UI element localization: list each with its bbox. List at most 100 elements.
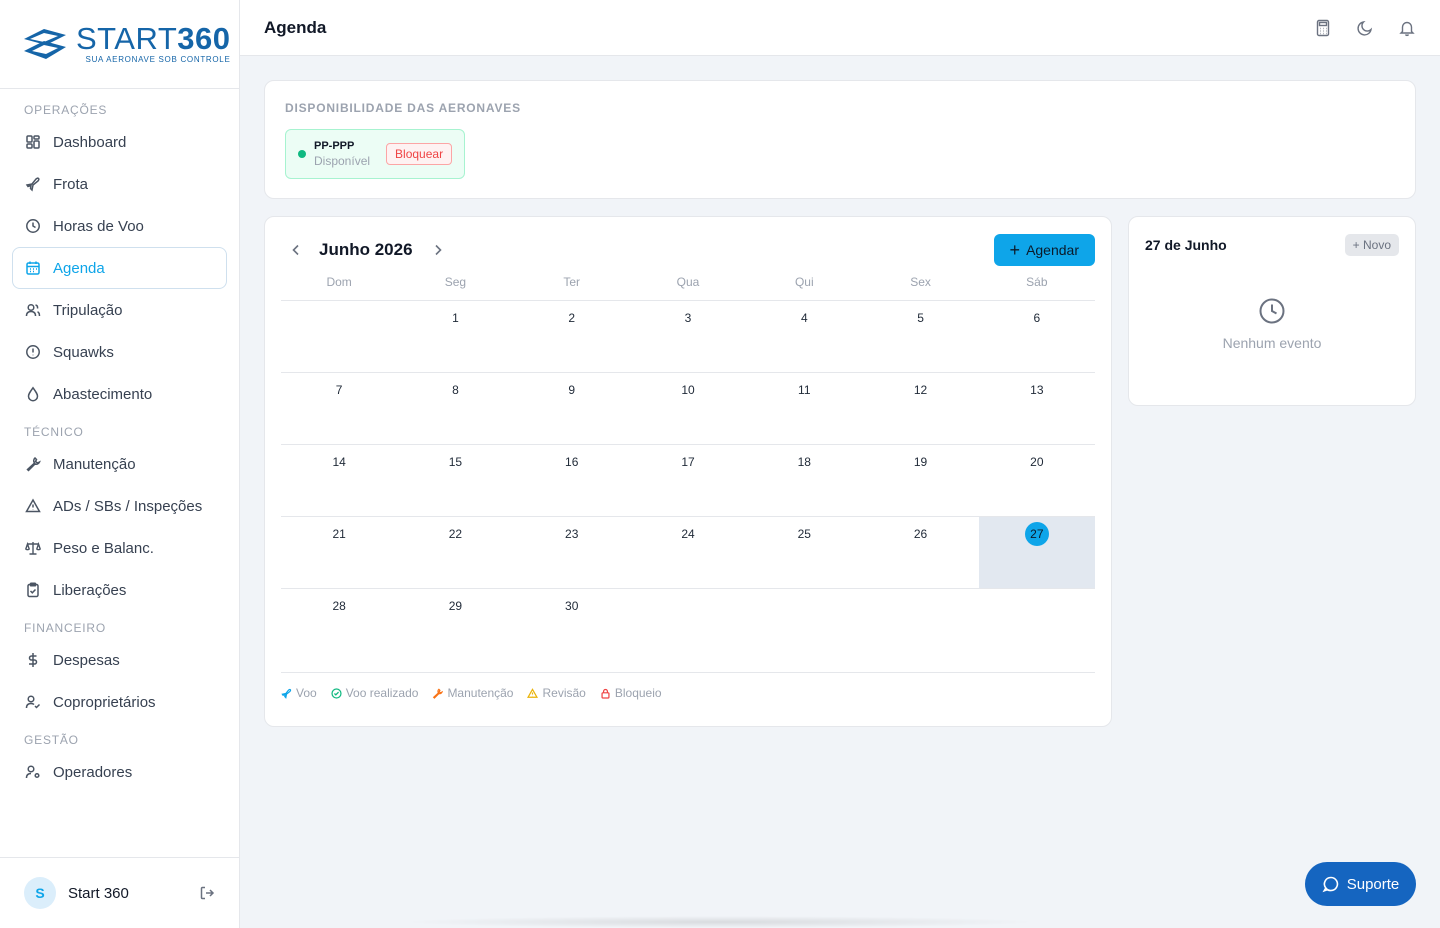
calendar-day-cell[interactable]: 17 <box>630 445 746 516</box>
agendar-button[interactable]: + Agendar <box>993 234 1095 266</box>
calendar-day-cell[interactable]: 29 <box>397 589 513 672</box>
sidebar-item-agenda[interactable]: Agenda <box>12 247 227 289</box>
calendar-day-cell[interactable]: 12 <box>862 373 978 444</box>
support-button[interactable]: Suporte <box>1305 862 1416 906</box>
calendar-day-cell[interactable]: 1 <box>397 301 513 372</box>
calendar-day-cell[interactable]: 10 <box>630 373 746 444</box>
moon-icon[interactable] <box>1356 19 1374 37</box>
calendar-day-number: 4 <box>800 311 808 325</box>
support-label: Suporte <box>1346 875 1400 893</box>
calendar-day-cell[interactable]: 8 <box>397 373 513 444</box>
weekday-label: Seg <box>444 275 467 289</box>
sidebar-item-manutencao[interactable]: Manutenção <box>12 443 227 485</box>
calendar-empty-cell <box>862 589 978 672</box>
aircraft-chip[interactable]: PP-PPP Disponível Bloquear <box>285 129 466 179</box>
calendar-day-cell[interactable]: 5 <box>862 301 978 372</box>
calendar-day-cell[interactable]: 13 <box>979 373 1095 444</box>
calendar-day-cell[interactable]: 21 <box>281 517 397 588</box>
calendar-day-cell[interactable]: 19 <box>862 445 978 516</box>
calendar-day-cell[interactable]: 27 <box>978 517 1095 588</box>
calendar-day-cell[interactable]: 22 <box>397 517 513 588</box>
weekday-header: Dom Seg Ter Qua Qui Sex Sáb <box>281 275 1095 301</box>
calculator-icon[interactable] <box>1314 19 1332 37</box>
clipboard-check-icon <box>25 582 41 598</box>
sidebar-item-frota[interactable]: Frota <box>12 163 227 205</box>
calendar-day-cell[interactable]: 25 <box>746 517 862 588</box>
calendar-day-cell[interactable]: 18 <box>746 445 862 516</box>
calendar-day-cell[interactable]: 9 <box>514 373 630 444</box>
chat-bubble-icon <box>1322 875 1340 893</box>
calendar-day-number: 25 <box>797 527 811 541</box>
calendar-day-cell[interactable]: 11 <box>746 373 862 444</box>
calendar-legend: Voo Voo realizado Manutenção Revisão Blo… <box>281 673 1095 713</box>
sidebar-item-liberacoes[interactable]: Liberações <box>12 569 227 611</box>
calendar-day-number: 3 <box>684 311 692 325</box>
calendar-day-cell[interactable]: 15 <box>397 445 513 516</box>
chevron-left-icon[interactable] <box>289 243 303 257</box>
sidebar-item-despesas[interactable]: Despesas <box>12 639 227 681</box>
sidebar-item-label: Tripulação <box>53 301 123 319</box>
calendar-day-number: 1 <box>452 311 459 325</box>
sidebar-item-label: Dashboard <box>53 133 127 151</box>
calendar-day-number: 18 <box>797 455 811 469</box>
calendar-day-cell[interactable]: 30 <box>514 589 630 672</box>
calendar-day-number: 9 <box>568 383 576 397</box>
calendar-week-row: 1 2 3 4 5 6 <box>281 301 1095 373</box>
calendar-day-cell[interactable]: 23 <box>514 517 630 588</box>
empty-state: Nenhum evento <box>1145 297 1399 351</box>
sidebar-item-label: Abastecimento <box>53 385 153 403</box>
top-header: Agenda <box>240 0 1440 56</box>
sidebar-item-horas-de-voo[interactable]: Horas de Voo <box>12 205 227 247</box>
block-aircraft-button[interactable]: Bloquear <box>386 143 453 165</box>
calendar-day-number: 8 <box>452 383 459 397</box>
chevron-right-icon[interactable] <box>431 243 445 257</box>
availability-title: DISPONIBILIDADE DAS AERONAVES <box>285 101 521 115</box>
calendar-day-number: 7 <box>335 383 343 397</box>
avatar[interactable]: S <box>24 877 56 909</box>
plus-icon: + <box>1009 239 1021 260</box>
aircraft-registration: PP-PPP <box>314 140 355 152</box>
sidebar-item-operadores[interactable]: Operadores <box>12 751 227 793</box>
sidebar-item-label: Peso e Balanc. <box>53 539 154 557</box>
sidebar-item-abastecimento[interactable]: Abastecimento <box>12 373 227 415</box>
sidebar-item-squawks[interactable]: Squawks <box>12 331 227 373</box>
calendar-day-cell[interactable]: 7 <box>281 373 397 444</box>
calendar-empty-cell <box>979 589 1095 672</box>
calendar-card: Junho 2026 + Agendar Dom Seg Ter Qua Qui … <box>264 216 1112 727</box>
section-title-tecnico: TÉCNICO <box>24 425 84 439</box>
weekday-label: Sáb <box>1026 275 1048 289</box>
clock-icon <box>1258 297 1286 325</box>
sidebar-item-tripulacao[interactable]: Tripulação <box>12 289 227 331</box>
wrench-icon <box>25 456 41 472</box>
sidebar-item-coproprietarios[interactable]: Coproprietários <box>12 681 227 723</box>
calendar-day-cell[interactable]: 2 <box>514 301 630 372</box>
weekday-label: Qui <box>794 275 814 289</box>
calendar-day-cell[interactable]: 26 <box>862 517 978 588</box>
legend-label: Bloqueio <box>614 686 662 700</box>
logout-icon[interactable] <box>199 885 215 901</box>
calendar-day-cell[interactable]: 4 <box>746 301 862 372</box>
calendar-month-label: Junho 2026 <box>319 240 413 259</box>
alert-circle-icon <box>25 344 41 360</box>
new-event-button[interactable]: + Novo <box>1344 234 1399 256</box>
calendar-day-cell[interactable]: 28 <box>281 589 397 672</box>
bell-icon[interactable] <box>1398 19 1416 37</box>
brand-logo[interactable]: START360 SUA AERONAVE SOB CONTROLE <box>0 0 239 89</box>
calendar-day-cell[interactable]: 20 <box>979 445 1095 516</box>
lock-icon <box>600 688 611 699</box>
calendar-day-cell[interactable]: 3 <box>630 301 746 372</box>
calendar-day-cell[interactable]: 16 <box>514 445 630 516</box>
sidebar-item-ads-sbs-inspecoes[interactable]: ADs / SBs / Inspeções <box>12 485 227 527</box>
calendar-day-cell[interactable]: 24 <box>630 517 746 588</box>
legend-label: Voo realizado <box>345 686 419 700</box>
calendar-day-cell[interactable]: 6 <box>979 301 1095 372</box>
brand-name-bold: 360 <box>177 21 231 56</box>
calendar-day-number: 5 <box>917 311 924 325</box>
sidebar-item-dashboard[interactable]: Dashboard <box>12 121 227 163</box>
user-bar: S Start 360 <box>0 857 239 928</box>
aircraft-status: Disponível <box>314 154 371 168</box>
sidebar-item-peso-e-balanc[interactable]: Peso e Balanc. <box>12 527 227 569</box>
user-cog-icon <box>25 764 41 780</box>
calendar-day-cell[interactable]: 14 <box>281 445 397 516</box>
warning-triangle-icon <box>25 498 41 514</box>
